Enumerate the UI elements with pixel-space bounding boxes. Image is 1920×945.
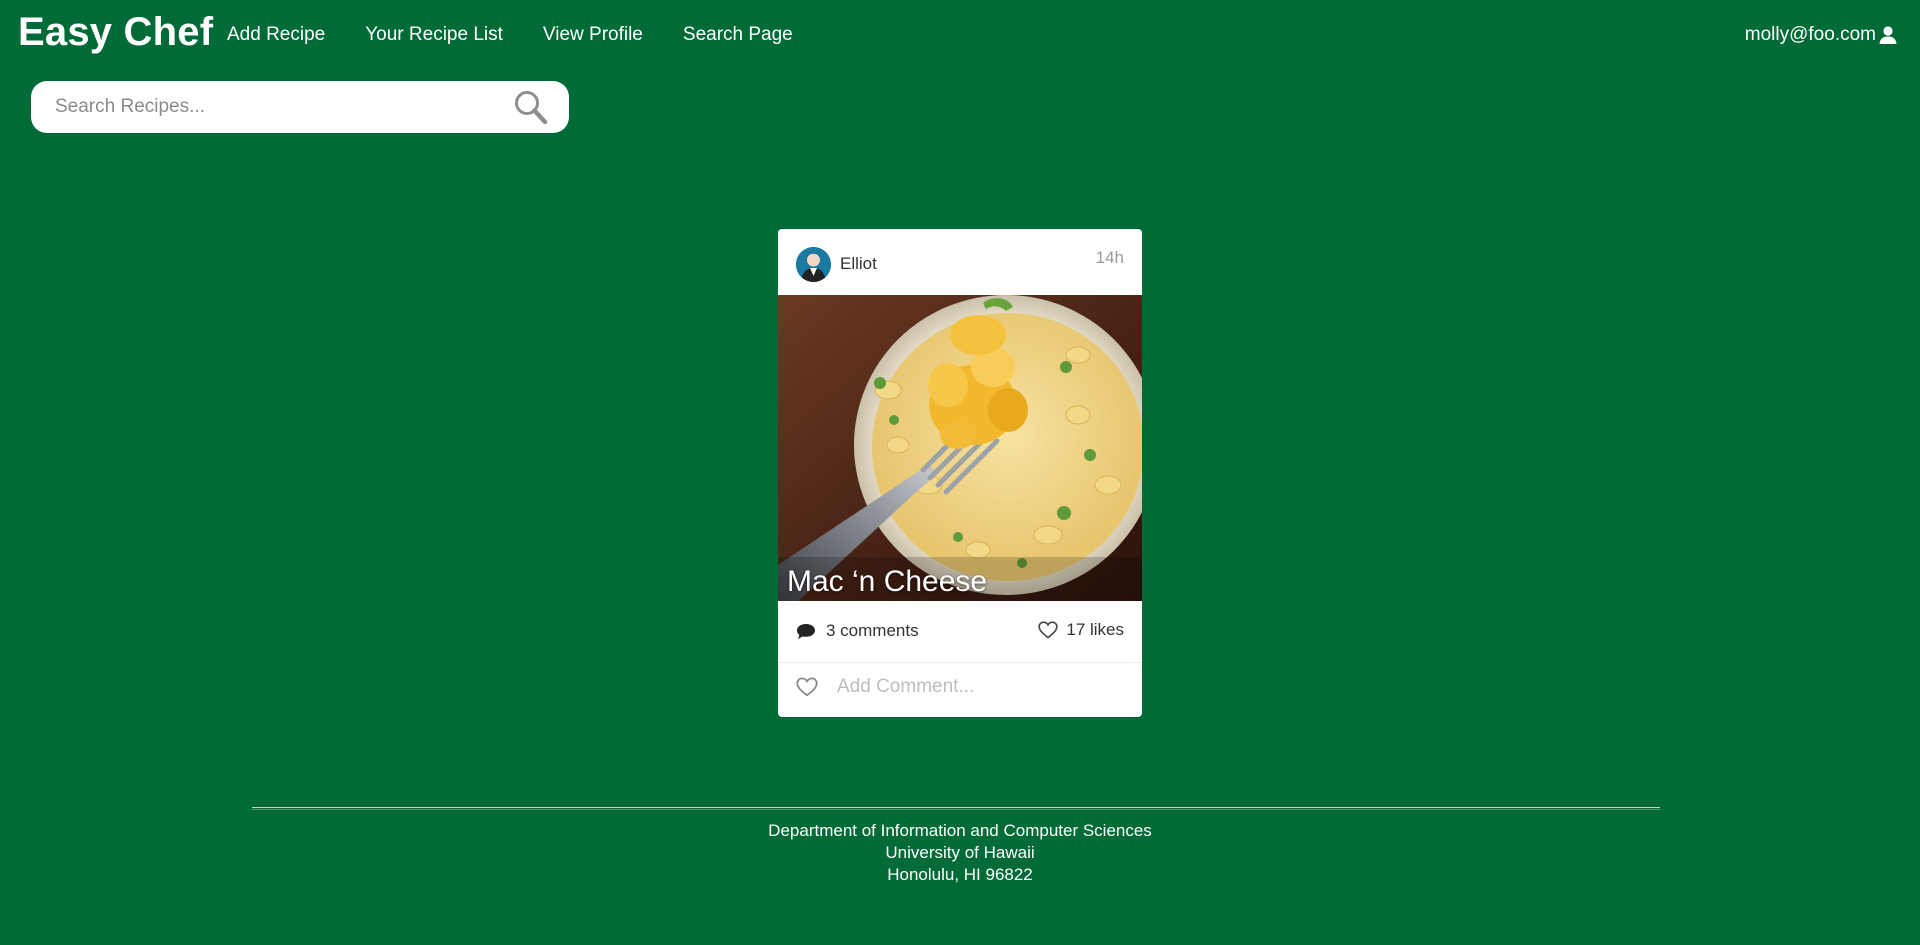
footer-university: University of Hawaii (885, 843, 1035, 862)
footer-address: Honolulu, HI 96822 (887, 865, 1033, 884)
author-name[interactable]: Elliot (840, 254, 877, 274)
likes-count: 17 likes (1066, 620, 1124, 639)
heart-icon[interactable] (796, 677, 818, 697)
nav-search-page[interactable]: Search Page (683, 24, 793, 46)
footer: Department of Information and Computer S… (0, 820, 1920, 886)
footer-department: Department of Information and Computer S… (768, 821, 1152, 840)
nav-links: Add Recipe Your Recipe List View Profile… (227, 24, 793, 46)
likes-button[interactable]: 17 likes (1038, 620, 1124, 640)
comment-icon (797, 623, 815, 639)
user-menu[interactable]: molly@foo.com (1745, 24, 1898, 46)
avatar (796, 247, 831, 282)
recipe-card[interactable]: Elliot 14h Mac ‘n Cheese 3 comments 17 l… (778, 229, 1142, 717)
add-comment-row (778, 659, 1142, 717)
post-time: 14h (1095, 248, 1124, 267)
mac-and-cheese-image (778, 295, 1142, 601)
card-header: Elliot 14h (778, 229, 1142, 295)
comment-input[interactable] (835, 667, 1125, 707)
recipe-photo[interactable]: Mac ‘n Cheese (778, 295, 1142, 601)
search-input[interactable] (53, 81, 513, 133)
user-icon (1879, 26, 1897, 44)
navbar: Easy Chef Add Recipe Your Recipe List Vi… (0, 0, 1920, 74)
brand-logo[interactable]: Easy Chef (18, 10, 213, 55)
search-icon[interactable] (513, 89, 549, 125)
search-bar (31, 81, 569, 133)
comments-count: 3 comments (826, 621, 919, 640)
nav-view-profile[interactable]: View Profile (543, 24, 643, 46)
user-email: molly@foo.com (1744, 24, 1876, 45)
footer-divider (252, 807, 1660, 810)
heart-icon (1038, 621, 1058, 639)
nav-your-recipe-list[interactable]: Your Recipe List (365, 24, 503, 46)
nav-add-recipe[interactable]: Add Recipe (227, 24, 325, 46)
recipe-title[interactable]: Mac ‘n Cheese (787, 565, 987, 599)
comments-link[interactable]: 3 comments (796, 621, 919, 641)
